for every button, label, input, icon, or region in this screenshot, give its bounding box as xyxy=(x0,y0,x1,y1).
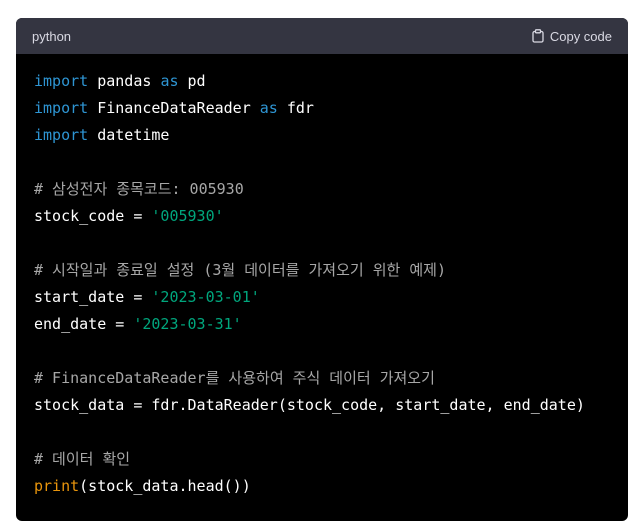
code-token-keyword: as xyxy=(160,72,179,90)
code-line: end_date = '2023-03-31' xyxy=(34,311,628,338)
code-token-plain: end_date = xyxy=(34,315,134,333)
code-token-string: '005930' xyxy=(151,207,224,225)
code-line: import datetime xyxy=(34,122,628,149)
code-line: print(stock_data.head()) xyxy=(34,473,628,500)
code-token-plain: FinanceDataReader xyxy=(88,99,260,117)
copy-code-button[interactable]: Copy code xyxy=(532,29,612,44)
code-token-plain: stock_data = fdr.DataReader(stock_code, … xyxy=(34,396,585,414)
code-header: python Copy code xyxy=(16,18,628,54)
code-line: stock_data = fdr.DataReader(stock_code, … xyxy=(34,392,628,419)
code-token-keyword: import xyxy=(34,99,89,117)
code-block: python Copy code import pandas as pd impo… xyxy=(16,18,628,521)
code-line: # 시작일과 종료일 설정 (3월 데이터를 가져오기 위한 예제) xyxy=(34,257,628,284)
code-token-plain: start_date = xyxy=(34,288,152,306)
code-line: start_date = '2023-03-01' xyxy=(34,284,628,311)
code-line: stock_code = '005930' xyxy=(34,203,628,230)
code-token-plain: fdr xyxy=(277,99,314,117)
code-token-comment: # FinanceDataReader를 사용하여 주식 데이터 가져오기 xyxy=(34,369,435,387)
copy-code-label: Copy code xyxy=(549,28,612,44)
code-token-keyword: import xyxy=(34,126,89,144)
code-line: import pandas as pd xyxy=(34,68,628,95)
code-token-builtin: print xyxy=(34,477,80,495)
code-line: import FinanceDataReader as fdr xyxy=(34,95,628,122)
code-token-comment: # 시작일과 종료일 설정 (3월 데이터를 가져오기 위한 예제) xyxy=(34,261,446,279)
code-token-plain: datetime xyxy=(88,126,170,144)
code-token-string: '2023-03-01' xyxy=(151,288,260,306)
code-token-plain: (stock_data.head()) xyxy=(79,477,251,495)
code-token-plain: pd xyxy=(178,72,206,90)
code-token-plain: pandas xyxy=(88,72,161,90)
code-line: # 데이터 확인 xyxy=(34,446,628,473)
code-token-keyword: as xyxy=(259,99,278,117)
code-line: # FinanceDataReader를 사용하여 주식 데이터 가져오기 xyxy=(34,365,628,392)
code-line: # 삼성전자 종목코드: 005930 xyxy=(34,176,628,203)
language-label: python xyxy=(32,28,72,44)
code-token-keyword: import xyxy=(34,72,89,90)
code-token-comment: # 삼성전자 종목코드: 005930 xyxy=(34,180,244,198)
code-token-comment: # 데이터 확인 xyxy=(34,450,131,468)
code-token-string: '2023-03-31' xyxy=(133,315,242,333)
code-body[interactable]: import pandas as pd import FinanceDataRea… xyxy=(16,54,628,500)
code-token-plain: stock_code = xyxy=(34,207,152,225)
clipboard-icon xyxy=(532,29,544,43)
